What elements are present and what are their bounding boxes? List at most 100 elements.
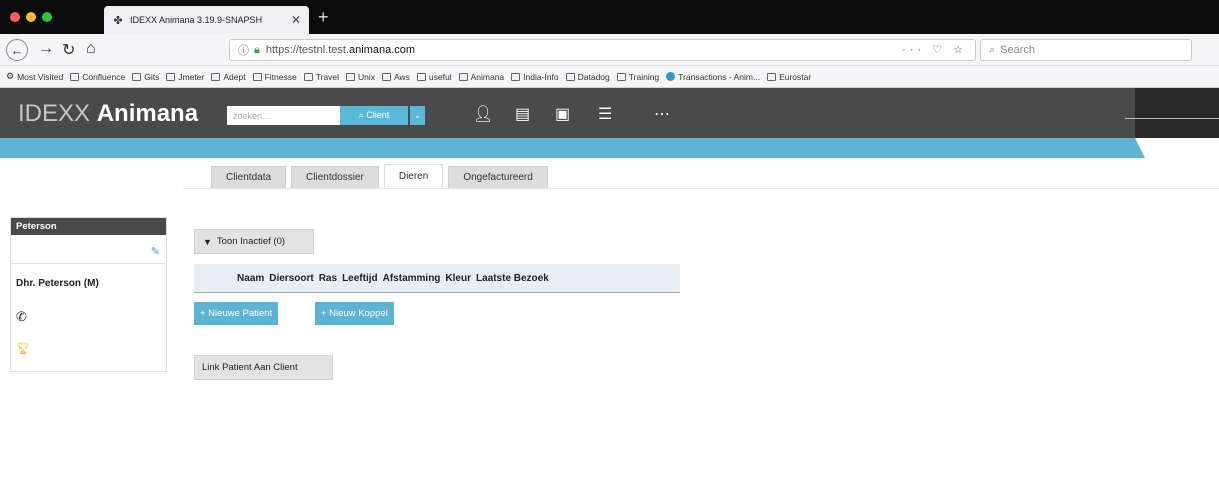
- maximize-window-button[interactable]: [42, 12, 52, 22]
- bookmark-label: Training: [628, 71, 660, 82]
- column-header[interactable]: Laatste Bezoek: [476, 273, 549, 284]
- column-header[interactable]: Diersoort: [269, 273, 313, 284]
- bookmark-item[interactable]: Confluence: [70, 72, 125, 82]
- column-header[interactable]: Leeftijd: [342, 273, 378, 284]
- tab-clientdossier[interactable]: Clientdossier: [291, 166, 379, 188]
- tabs-divider: [183, 188, 1219, 189]
- bookmark-item[interactable]: Jmeter: [166, 72, 204, 82]
- bookmark-label: Fitnesse: [264, 71, 297, 82]
- app-header: IDEXX Animana ⌕ Client ⌄ 👤︎ ▤ ▣ ☰ ⋯: [0, 88, 1219, 138]
- bookmark-label: Gits: [144, 71, 160, 82]
- navigation-bar: ← → ↻ ⌂ ⓘ 🔒︎ https://testnl.test. animana…: [0, 34, 1219, 66]
- folder-icon: [616, 72, 626, 81]
- folder-icon: [382, 72, 392, 81]
- close-window-button[interactable]: [10, 12, 20, 22]
- phone-icon[interactable]: ✆: [16, 309, 27, 325]
- client-title: Dhr. Peterson (M): [16, 278, 99, 289]
- bookmark-label: Aws: [394, 71, 410, 82]
- folder-icon: [70, 72, 80, 81]
- edit-icon[interactable]: ✎: [151, 245, 160, 258]
- folder-icon: [458, 72, 468, 81]
- link-patient-button[interactable]: Link Patient Aan Client: [194, 355, 333, 380]
- folder-icon: [132, 72, 142, 81]
- bookmark-item[interactable]: India-Info: [511, 71, 559, 82]
- show-inactive-label: Toon Inactief (0): [216, 236, 286, 247]
- bookmark-label: Animana: [470, 71, 505, 82]
- bookmark-label: Travel: [315, 71, 339, 82]
- browser-tab[interactable]: ✤ IDEXX Animana 3.19.9-SNAPSH ✕: [104, 6, 309, 34]
- bookmark-item[interactable]: Adept: [211, 71, 246, 82]
- chevron-down-icon[interactable]: ⌄: [410, 106, 425, 125]
- filter-icon: ▼: [203, 236, 212, 247]
- bookmark-item[interactable]: Eurostar: [767, 72, 811, 82]
- folder-icon: [346, 72, 355, 81]
- url-domain: animana.com: [349, 44, 416, 56]
- new-couple-button[interactable]: + Nieuw Koppel: [315, 302, 394, 325]
- bookmark-label: Confluence: [82, 71, 126, 82]
- browser-tabstrip: ✤ IDEXX Animana 3.19.9-SNAPSH ✕ +: [0, 0, 1219, 34]
- header-right-panel: [1135, 88, 1219, 138]
- bookmark-label: India-Info: [523, 71, 559, 82]
- new-patient-button[interactable]: + Nieuwe Patient: [194, 302, 279, 325]
- bookmark-label: Transactions - Anim...: [678, 71, 761, 82]
- forward-button[interactable]: →: [38, 40, 54, 58]
- reload-button[interactable]: ↻: [62, 40, 75, 60]
- trophy-icon: 🏆︎: [16, 343, 30, 355]
- bookmark-item[interactable]: Fitnesse: [252, 71, 297, 82]
- column-header[interactable]: Kleur: [445, 273, 471, 284]
- bookmark-item[interactable]: Travel: [303, 71, 339, 82]
- document-icon[interactable]: ▤: [515, 106, 530, 124]
- list-icon[interactable]: ☰: [598, 106, 612, 124]
- folder-icon: [252, 72, 262, 81]
- folder-icon: [511, 72, 521, 81]
- column-header[interactable]: Ras: [319, 273, 337, 284]
- client-search-button[interactable]: ⌕ Client: [340, 106, 408, 125]
- more-icon[interactable]: ⋯: [654, 106, 670, 124]
- bookmark-item[interactable]: ⚙ Most Visited: [6, 71, 63, 82]
- browser-search-input[interactable]: ⌕ Search: [980, 39, 1192, 61]
- bookmark-item[interactable]: Gits: [132, 72, 159, 82]
- minimize-window-button[interactable]: [26, 12, 36, 22]
- info-icon[interactable]: ⓘ: [238, 42, 249, 58]
- tab-dieren[interactable]: Dieren: [383, 164, 444, 188]
- client-tabs: Clientdata Clientdossier Dieren Ongefacture…: [211, 164, 553, 188]
- client-name-header: Peterson: [11, 218, 166, 235]
- client-sidebar: Peterson ✎ Dhr. Peterson (M) ✆ 🏆︎: [10, 217, 167, 372]
- client-search-input[interactable]: [227, 106, 340, 125]
- back-button[interactable]: ←: [6, 39, 28, 61]
- column-header[interactable]: Afstamming: [383, 273, 441, 284]
- folder-icon: [416, 72, 426, 81]
- search-icon: ⌕: [989, 43, 996, 56]
- accent-band: [0, 138, 1219, 158]
- logo-light-text: IDEXX: [18, 100, 91, 127]
- bookmark-label: useful: [428, 71, 452, 82]
- bookmark-label: Adept: [223, 71, 246, 82]
- bookmark-item[interactable]: Aws: [382, 72, 410, 82]
- bookmark-item[interactable]: Datadog: [565, 72, 610, 82]
- circle-icon: [666, 72, 676, 81]
- paw-icon: ✤: [113, 14, 123, 27]
- add-user-icon[interactable]: 👤︎: [473, 106, 493, 124]
- close-tab-icon[interactable]: ✕: [291, 13, 301, 27]
- column-header[interactable]: Naam: [237, 273, 264, 284]
- bookmark-item[interactable]: Training: [616, 71, 660, 82]
- bookmark-item[interactable]: Animana: [458, 71, 505, 82]
- home-button[interactable]: ⌂: [86, 40, 96, 58]
- tab-title: IDEXX Animana 3.19.9-SNAPSH: [130, 15, 263, 25]
- bookmark-label: Jmeter: [178, 71, 205, 82]
- page-actions-icons[interactable]: ··· ♡ ☆: [902, 43, 967, 56]
- tab-ongefactureerd[interactable]: Ongefactureerd: [448, 166, 548, 188]
- bookmark-item[interactable]: Transactions - Anim...: [666, 72, 760, 82]
- bookmark-label: Most Visited: [17, 71, 64, 82]
- sidebar-divider: [11, 263, 166, 264]
- show-inactive-button[interactable]: ▼ Toon Inactief (0): [194, 229, 314, 254]
- new-tab-button[interactable]: +: [318, 6, 329, 28]
- url-bar[interactable]: ⓘ 🔒︎ https://testnl.test. animana.com ···…: [229, 39, 976, 61]
- tab-clientdata[interactable]: Clientdata: [211, 166, 287, 188]
- folder-icon: [767, 72, 777, 81]
- calendar-icon[interactable]: ▣: [555, 106, 570, 124]
- bookmark-item[interactable]: useful: [416, 71, 452, 82]
- folder-icon: [211, 72, 221, 81]
- bookmarks-bar: ⚙ Most Visited Confluence Gits Jmeter Adept Fi…: [0, 66, 1219, 88]
- bookmark-item[interactable]: Unix: [346, 72, 375, 82]
